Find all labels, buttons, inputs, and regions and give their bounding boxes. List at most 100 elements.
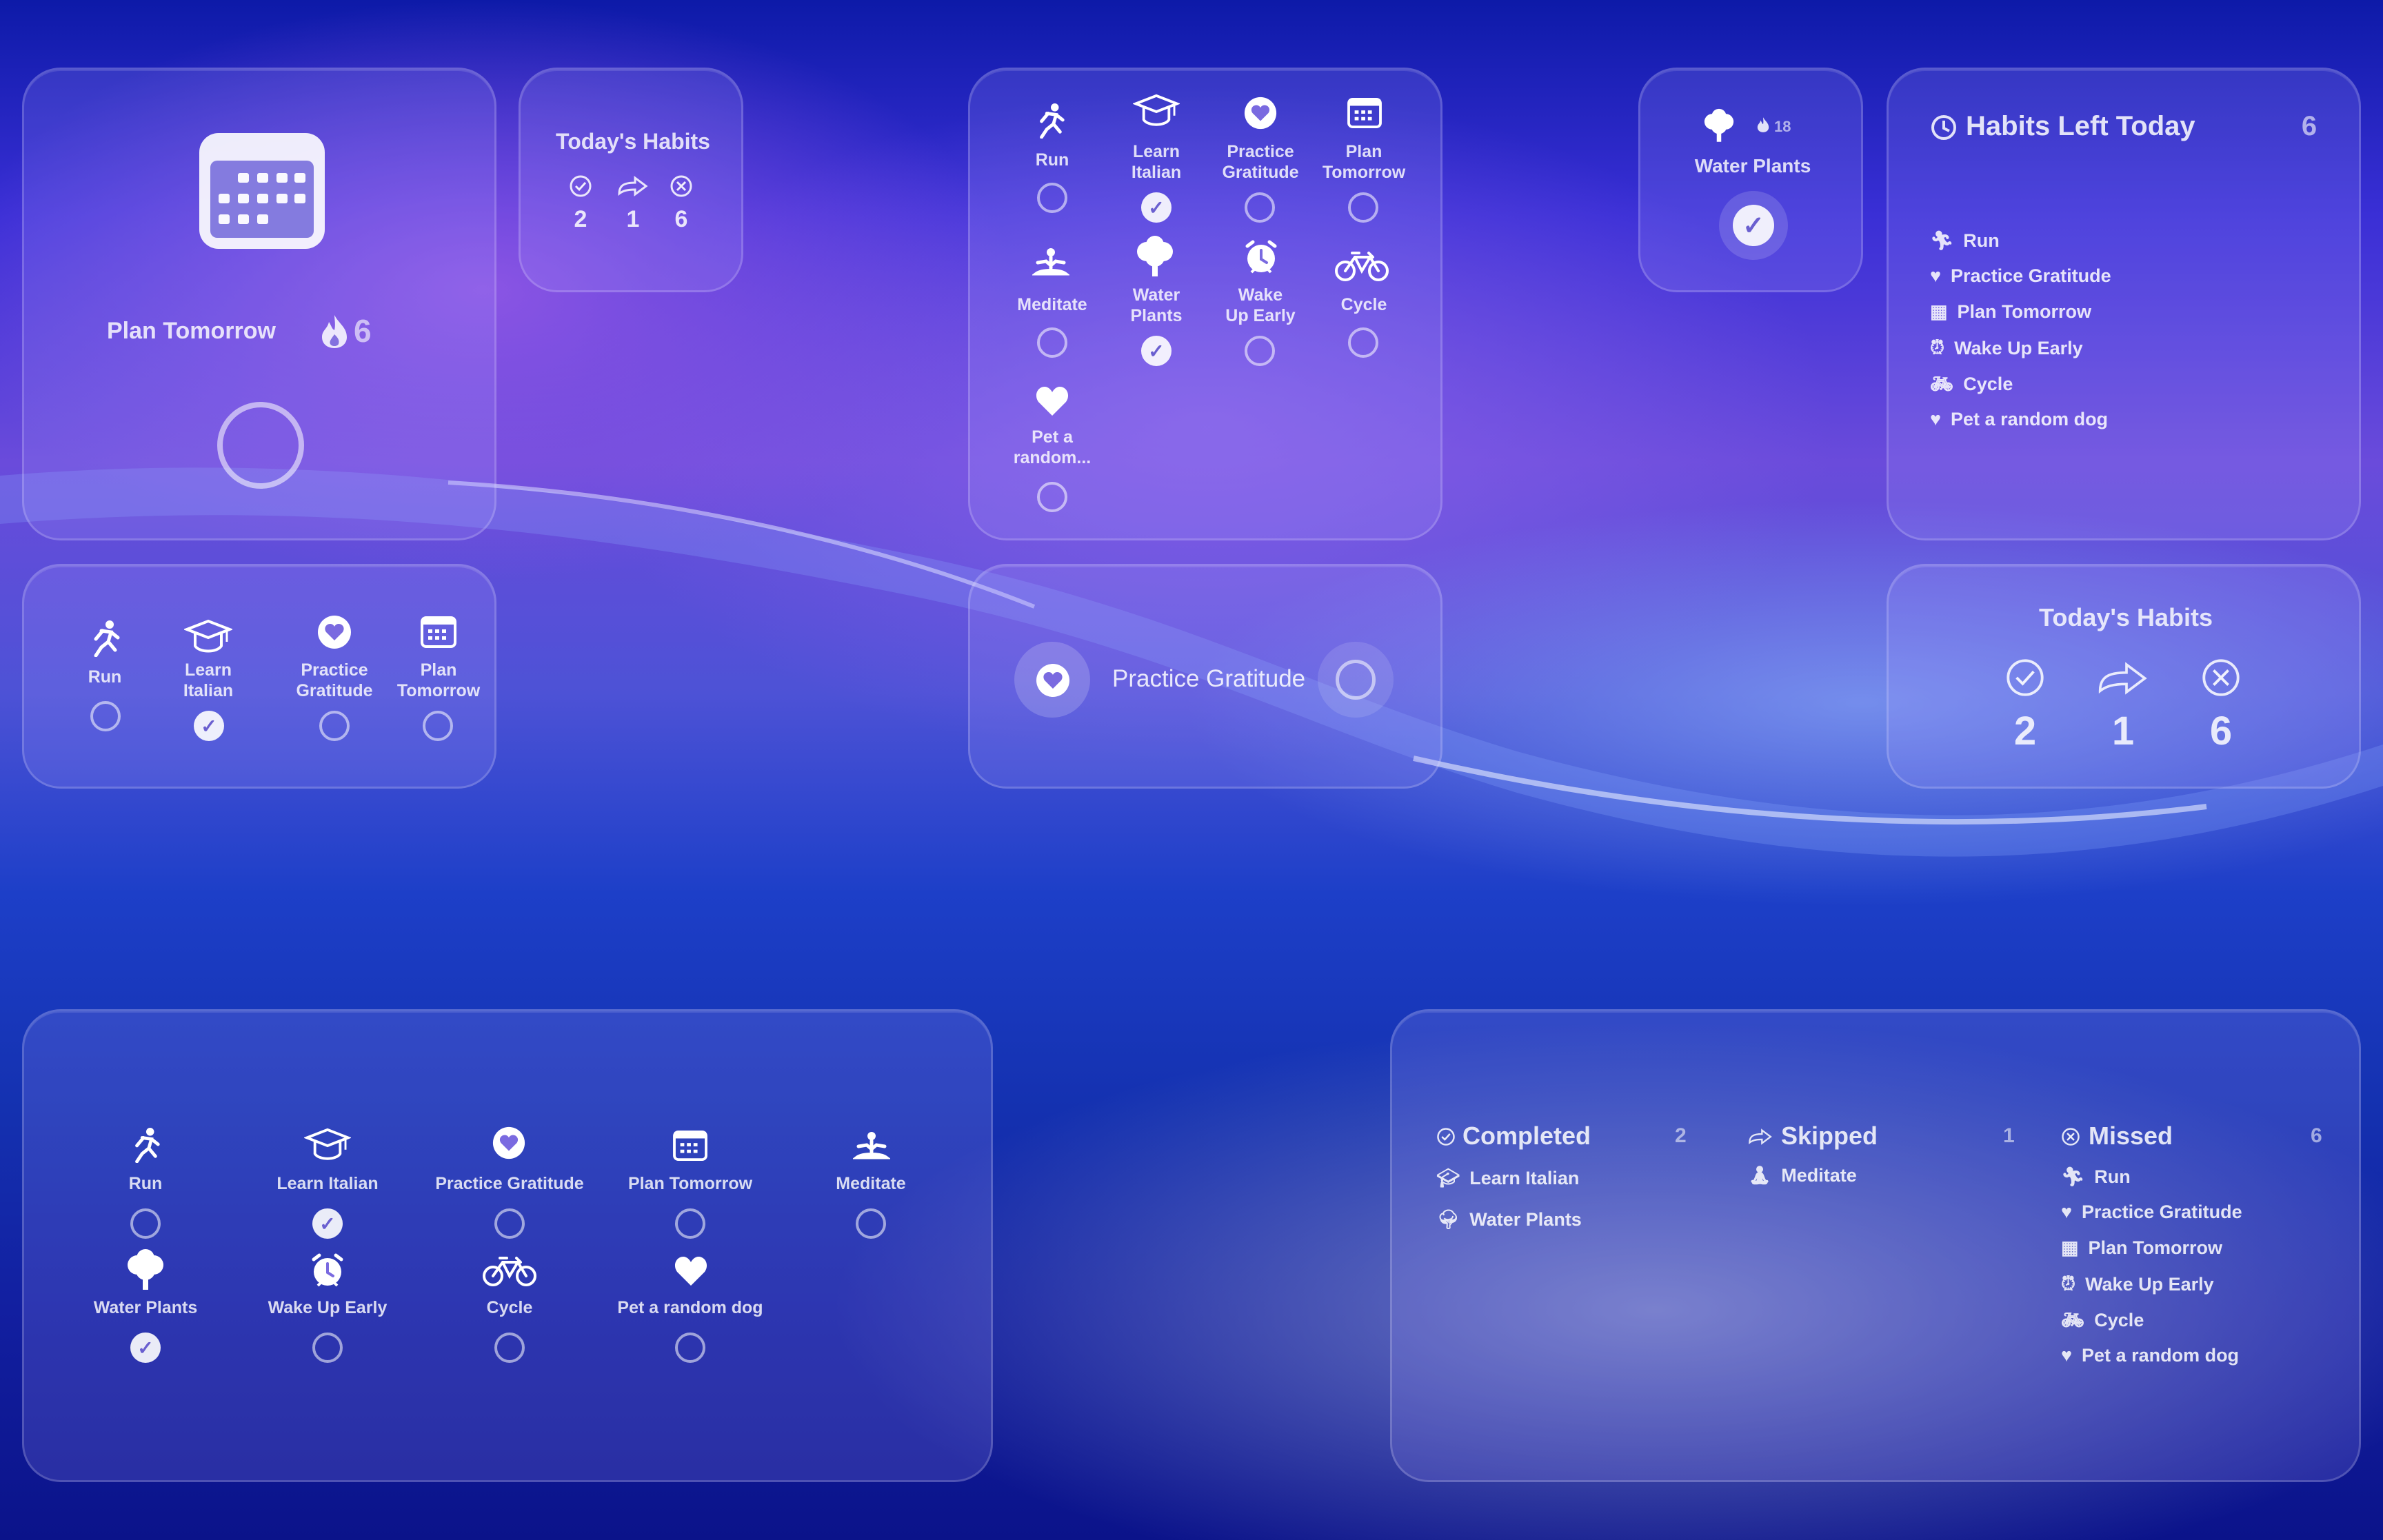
habit-toggle[interactable]: [90, 701, 121, 731]
alarm-clock-icon: ⏰︎: [1930, 337, 1945, 358]
habit-toggle[interactable]: [312, 1333, 343, 1363]
habit-label: Pet a random...: [1013, 427, 1092, 467]
widget-title: Plan Tomorrow: [107, 318, 276, 344]
habit-label: Plan Tomorrow: [396, 660, 481, 700]
habit-toggle[interactable]: [319, 711, 350, 741]
habit-toggle-completed[interactable]: ✓: [1141, 336, 1172, 366]
run-icon: [88, 620, 122, 657]
habit-label: Learn Italian: [276, 1174, 379, 1193]
habit-toggle-completed[interactable]: ✓: [194, 711, 224, 741]
habit-toggle[interactable]: [1037, 327, 1067, 358]
heart-circle-icon: ♥: [2061, 1202, 2073, 1222]
habit-label: Wake Up Early: [1225, 285, 1296, 325]
graduation-cap-icon: 🎓︎: [1436, 1168, 1460, 1188]
habit-toggle[interactable]: [675, 1333, 705, 1363]
habit-toggle[interactable]: [1245, 192, 1275, 223]
habit-toggle[interactable]: [130, 1208, 161, 1239]
checkmark-circle-icon: [569, 174, 592, 198]
list-item: 🚲︎ Cycle: [2061, 1309, 2144, 1331]
list-item: ♥ Practice Gratitude: [2061, 1202, 2242, 1222]
list-item: ⏰︎ Wake Up Early: [1930, 337, 2083, 358]
meditate-icon: [853, 1131, 890, 1163]
meditate-icon: 🧘︎: [1748, 1165, 1772, 1186]
habit-toggle-completed[interactable]: ✓: [130, 1333, 161, 1363]
list-item: 🏃︎ Run: [1930, 230, 2000, 252]
heart-circle-icon: [316, 614, 352, 650]
widget-today-habits-small[interactable]: Today's Habits 2 1 6: [519, 68, 743, 292]
tree-icon: [123, 1248, 168, 1293]
habit-toggle[interactable]: [494, 1333, 525, 1363]
widget-habits-summary[interactable]: Completed 2 🎓︎ Learn Italian 🌳︎ Water Plan…: [1390, 1009, 2361, 1482]
widget-habit-grid-large[interactable]: Run Learn Italian ✓ Practice Gratitude P…: [968, 68, 1442, 540]
widget-practice-gratitude[interactable]: Practice Gratitude: [968, 564, 1442, 789]
habit-toggle[interactable]: [1348, 327, 1378, 358]
widget-habit-grid-small[interactable]: Run Learn Italian ✓ Practice Gratitude P…: [22, 564, 496, 789]
habit-label: Practice Gratitude: [435, 1174, 584, 1193]
calendar-icon: [197, 130, 328, 252]
heart-circle-icon: [1243, 96, 1278, 130]
widget-title: Habits Left Today: [1966, 111, 2195, 141]
widget-water-plants[interactable]: 18 Water Plants ✓: [1638, 68, 1863, 292]
remaining-count: 6: [2301, 111, 2317, 141]
habit-toggle[interactable]: [856, 1208, 886, 1239]
meditate-icon: [1032, 247, 1069, 279]
alarm-clock-icon: [1242, 238, 1280, 276]
habit-toggle-completed[interactable]: ✓: [1141, 192, 1172, 223]
skipped-count: 1: [626, 206, 640, 232]
x-circle-icon: [2200, 657, 2242, 698]
tree-icon: [1701, 108, 1737, 144]
missed-count: 6: [2209, 709, 2233, 753]
habit-toggle[interactable]: [1037, 482, 1067, 512]
list-item: 🏃︎ Run: [2061, 1166, 2131, 1188]
habit-toggle[interactable]: [675, 1208, 705, 1239]
heart-icon: [1035, 385, 1069, 417]
widget-habit-grid-wide[interactable]: Run Learn Italian ✓ Practice Gratitude P…: [22, 1009, 993, 1482]
alarm-clock-icon: ⏰︎: [2061, 1273, 2076, 1294]
calendar-icon: [1347, 97, 1382, 129]
alarm-clock-icon: [308, 1251, 347, 1290]
skip-arrow-icon: [2095, 661, 2151, 696]
calendar-icon: [672, 1130, 708, 1162]
list-item: ♥ Practice Gratitude: [1930, 265, 2111, 286]
graduation-cap-icon: [1133, 93, 1180, 130]
complete-toggle[interactable]: [217, 402, 304, 489]
list-item: ⏰︎ Wake Up Early: [2061, 1273, 2214, 1295]
habit-toggle[interactable]: [1245, 336, 1275, 366]
bicycle-icon: 🚲︎: [2061, 1310, 2085, 1330]
complete-toggle[interactable]: [1336, 660, 1376, 700]
habit-label: Run: [88, 667, 122, 687]
flame-icon: [1756, 116, 1770, 133]
list-item: ▦ Plan Tomorrow: [2061, 1237, 2223, 1258]
habit-toggle[interactable]: [1348, 192, 1378, 223]
list-item: 🎓︎ Learn Italian: [1436, 1167, 1580, 1189]
run-icon: 🏃︎: [1930, 230, 1954, 251]
x-circle-icon: [2061, 1127, 2080, 1146]
skip-arrow-icon: [1748, 1128, 1773, 1145]
graduation-cap-icon: [184, 618, 232, 657]
widget-title: Today's Habits: [556, 129, 710, 154]
section-title: Missed: [2089, 1122, 2173, 1150]
habit-label: Cycle: [486, 1298, 533, 1317]
habit-label: Run: [1035, 150, 1069, 170]
widget-title: Today's Habits: [2039, 603, 2213, 631]
habit-label: Practice Gratitude: [1222, 142, 1299, 182]
run-icon: [129, 1127, 162, 1163]
habit-toggle[interactable]: [494, 1208, 525, 1239]
streak-count: 6: [354, 313, 372, 349]
habit-label: Learn Italian: [183, 660, 234, 700]
heart-circle-icon: [1035, 662, 1071, 698]
heart-icon: [674, 1255, 708, 1287]
habit-label: Meditate: [1017, 295, 1087, 314]
habit-toggle[interactable]: [1037, 183, 1067, 213]
heart-icon: ♥: [1930, 409, 1942, 429]
habit-label: Wake Up Early: [268, 1298, 388, 1317]
bicycle-icon: [482, 1255, 537, 1287]
habit-toggle[interactable]: [423, 711, 453, 741]
widget-today-habits-medium[interactable]: Today's Habits 2 1 6: [1887, 564, 2361, 789]
skipped-count: 1: [2111, 709, 2135, 753]
habit-toggle-completed[interactable]: ✓: [312, 1208, 343, 1239]
widget-habits-left-today[interactable]: Habits Left Today 6 🏃︎ Run ♥ Practice Grat…: [1887, 68, 2361, 540]
clock-icon: [1930, 114, 1958, 141]
habit-toggle-completed[interactable]: ✓: [1733, 205, 1774, 246]
widget-plan-tomorrow[interactable]: Plan Tomorrow 6: [22, 68, 496, 540]
